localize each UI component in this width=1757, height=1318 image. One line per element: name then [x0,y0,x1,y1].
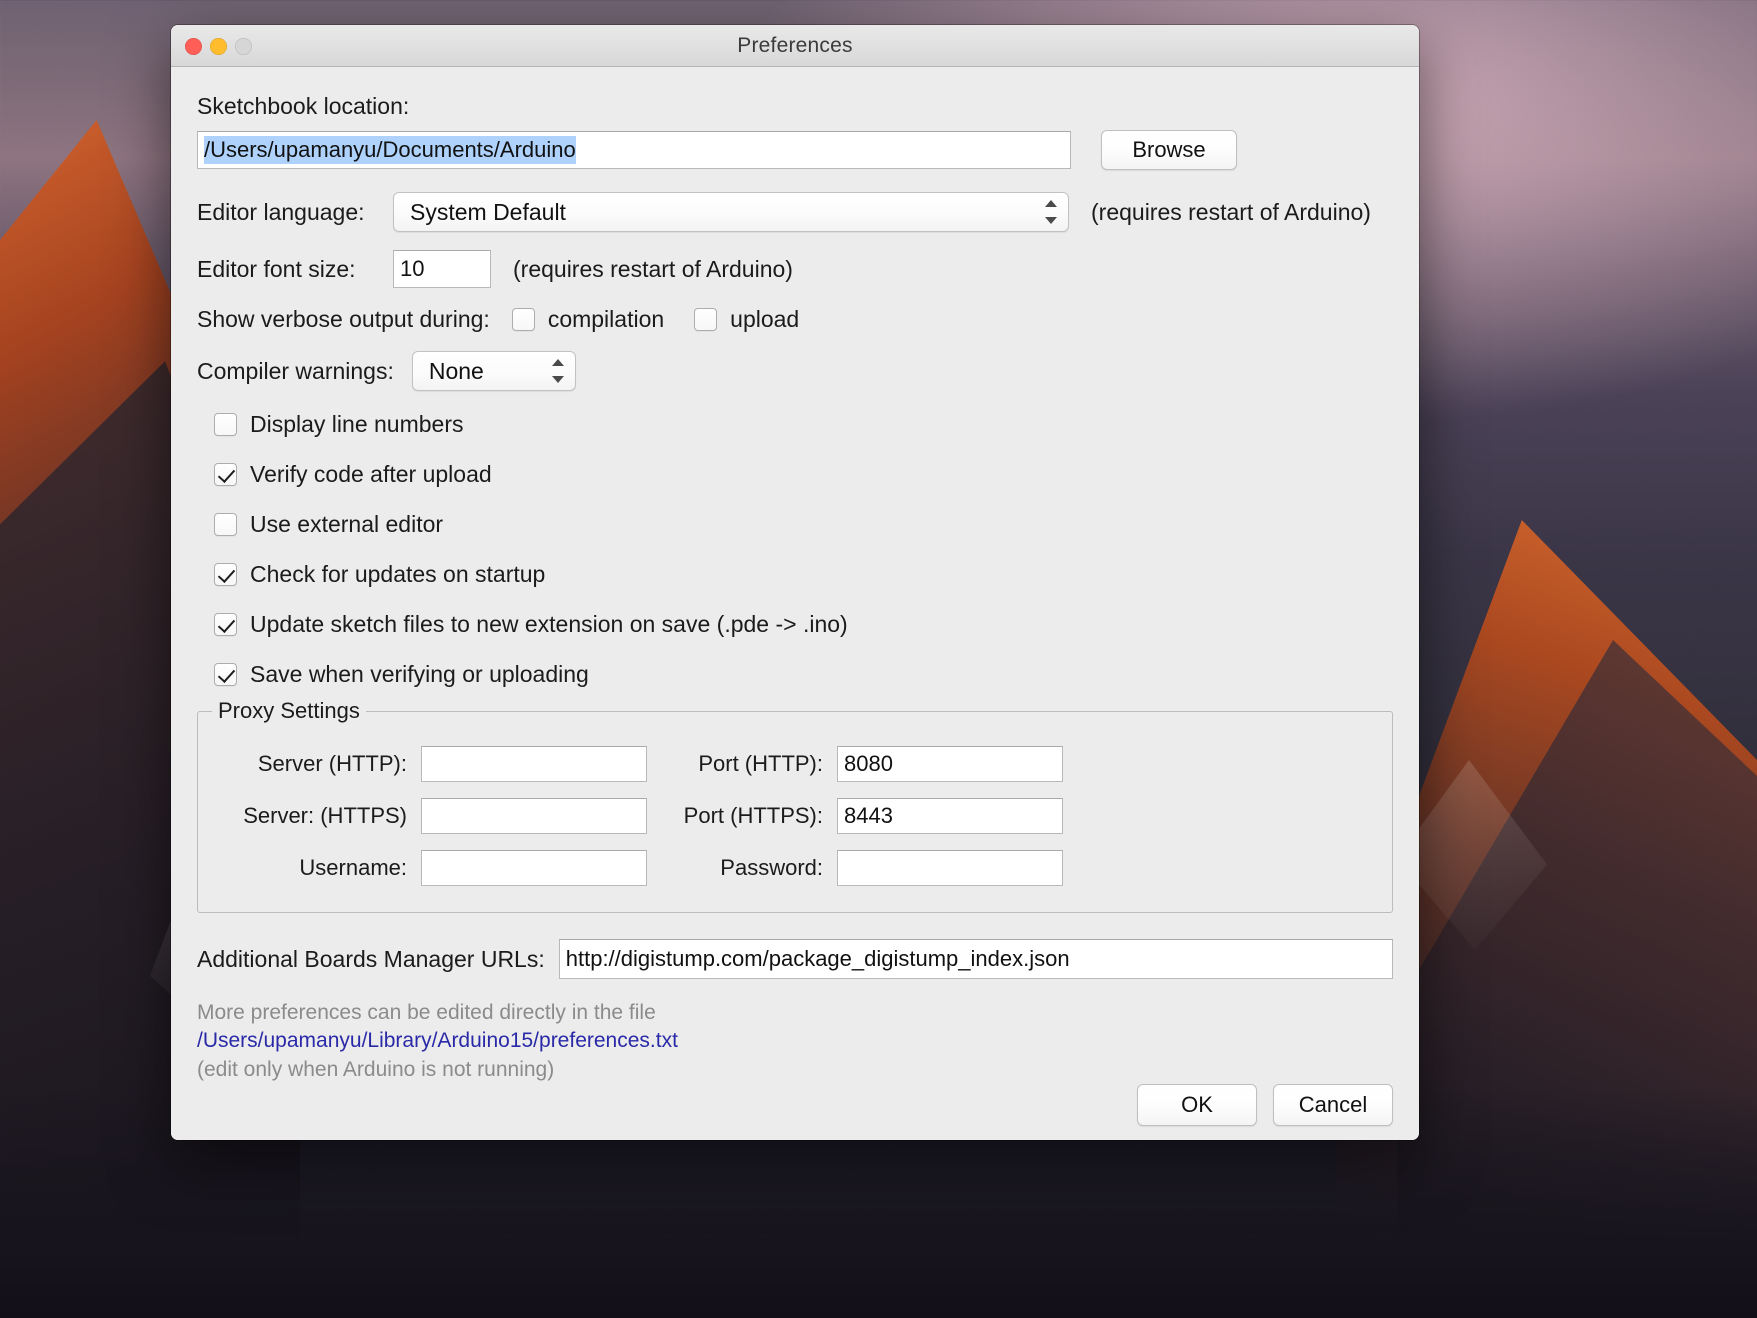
save-when-verifying-row[interactable]: Save when verifying or uploading [197,649,1393,699]
proxy-http-row: Server (HTTP): Port (HTTP): 8080 [216,738,1374,790]
proxy-http-server-label: Server (HTTP): [257,751,407,776]
display-line-numbers-row[interactable]: Display line numbers [197,399,1393,449]
boards-manager-urls-label: Additional Boards Manager URLs: [197,945,545,972]
preferences-file-path-link[interactable]: /Users/upamanyu/Library/Arduino15/prefer… [197,1027,1393,1055]
preferences-checkbox-list: Display line numbers Verify code after u… [197,399,1393,699]
editor-font-size-value: 10 [400,256,425,281]
proxy-password-label: Password: [720,855,823,880]
boards-manager-urls-input[interactable]: http://digistump.com/package_digistump_i… [558,939,1393,979]
check-for-updates-checkbox[interactable] [214,562,237,586]
proxy-http-port-label: Port (HTTP): [698,751,823,776]
editor-language-note: (requires restart of Arduino) [1091,198,1371,225]
proxy-settings-title: Proxy Settings [212,698,366,724]
sketchbook-location-row: /Users/upamanyu/Documents/Arduino Browse [197,130,1393,170]
proxy-https-row: Server: (HTTPS) Port (HTTPS): 8443 [216,790,1374,842]
boards-manager-urls-value: http://digistump.com/package_digistump_i… [565,946,1070,971]
verbose-compilation-checkbox[interactable] [511,308,535,331]
save-when-verifying-checkbox[interactable] [214,662,237,686]
editor-language-row: Editor language: System Default (require… [197,192,1393,232]
editor-language-label: Editor language: [197,198,365,225]
compiler-warnings-label: Compiler warnings: [197,357,394,384]
sketchbook-location-label: Sketchbook location: [197,93,410,119]
compiler-warnings-value: None [428,357,484,384]
verbose-output-row: Show verbose output during: compilation … [197,306,1393,333]
verbose-upload-checkbox[interactable] [694,308,718,331]
window-titlebar[interactable]: Preferences [171,25,1419,67]
close-button-icon[interactable] [185,37,202,55]
verify-code-after-upload-label: Verify code after upload [250,460,492,487]
editor-font-size-label: Editor font size: [197,255,356,282]
editor-font-size-input[interactable]: 10 [393,250,491,288]
cancel-button[interactable]: Cancel [1273,1084,1393,1126]
check-for-updates-row[interactable]: Check for updates on startup [197,549,1393,599]
verbose-compilation-label: compilation [547,306,665,332]
preferences-content: Sketchbook location: /Users/upamanyu/Doc… [171,67,1419,1140]
preferences-window: Preferences Sketchbook location: /Users/… [171,25,1419,1140]
proxy-password-input[interactable] [837,850,1063,886]
window-title: Preferences [737,33,853,57]
chevron-updown-icon [1044,200,1058,224]
dialog-actions: OK Cancel [1137,1084,1393,1126]
proxy-username-label: Username: [299,855,407,880]
editor-language-select[interactable]: System Default [393,192,1069,232]
proxy-http-port-value: 8080 [844,751,893,776]
proxy-https-port-value: 8443 [844,803,893,828]
window-controls [185,25,252,67]
display-line-numbers-label: Display line numbers [250,410,464,437]
verbose-output-label: Show verbose output during: [197,306,490,332]
ok-button[interactable]: OK [1137,1084,1257,1126]
verbose-upload-label: upload [730,306,800,332]
compiler-warnings-select[interactable]: None [411,351,576,391]
wallpaper-right-shadow [1397,640,1757,1318]
update-sketch-files-row[interactable]: Update sketch files to new extension on … [197,599,1393,649]
sketchbook-location-value: /Users/upamanyu/Documents/Arduino [204,136,576,164]
zoom-button-icon[interactable] [235,37,252,55]
compiler-warnings-row: Compiler warnings: None [197,351,1393,391]
check-for-updates-label: Check for updates on startup [250,560,546,587]
editor-language-value: System Default [410,198,566,225]
display-line-numbers-checkbox[interactable] [214,412,237,436]
footer-line-1: More preferences can be edited directly … [197,1001,656,1024]
update-sketch-files-label: Update sketch files to new extension on … [250,610,848,637]
wallpaper-snow-right [1397,760,1547,950]
editor-font-size-note: (requires restart of Arduino) [513,255,793,282]
use-external-editor-checkbox[interactable] [214,512,237,536]
update-sketch-files-checkbox[interactable] [214,612,237,636]
proxy-https-port-label: Port (HTTPS): [683,803,823,828]
minimize-button-icon[interactable] [210,37,227,55]
verify-code-after-upload-row[interactable]: Verify code after upload [197,449,1393,499]
use-external-editor-label: Use external editor [250,510,444,537]
chevron-updown-icon [551,359,565,383]
verify-code-after-upload-checkbox[interactable] [214,462,237,486]
footer-line-3: (edit only when Arduino is not running) [197,1057,555,1081]
proxy-https-port-input[interactable]: 8443 [837,798,1063,834]
browse-button[interactable]: Browse [1101,130,1237,170]
proxy-https-server-input[interactable] [421,798,647,834]
sketchbook-location-input[interactable]: /Users/upamanyu/Documents/Arduino [197,131,1071,169]
editor-font-size-row: Editor font size: 10 (requires restart o… [197,250,1393,288]
proxy-username-input[interactable] [421,850,647,886]
proxy-http-port-input[interactable]: 8080 [837,746,1063,782]
proxy-credentials-row: Username: Password: [216,842,1374,894]
proxy-settings-group: Proxy Settings Server (HTTP): Port (HTTP… [197,698,1393,913]
proxy-http-server-input[interactable] [421,746,647,782]
proxy-https-server-label: Server: (HTTPS) [243,803,407,828]
use-external-editor-row[interactable]: Use external editor [197,499,1393,549]
preferences-footer: More preferences can be edited directly … [197,999,1393,1084]
boards-manager-urls-row: Additional Boards Manager URLs: http://d… [197,939,1393,979]
sketchbook-location-label-row: Sketchbook location: [197,93,1393,120]
save-when-verifying-label: Save when verifying or uploading [250,660,589,687]
